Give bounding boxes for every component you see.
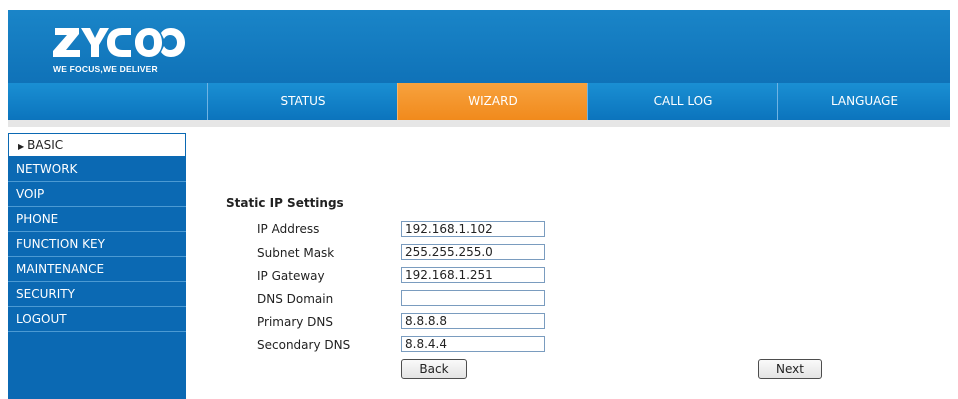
sidebar-item-label: PHONE — [16, 212, 59, 226]
sidebar-item-label: VOIP — [16, 187, 45, 201]
tab-status[interactable]: STATUS — [207, 83, 398, 120]
brand-tagline: WE FOCUS,WE DELIVER — [53, 64, 158, 74]
secondary-dns-label: Secondary DNS — [257, 338, 351, 352]
ip-address-label: IP Address — [257, 222, 320, 236]
tab-language[interactable]: LANGUAGE — [777, 83, 951, 120]
sidebar: ▶ BASIC NETWORK VOIP PHONE FUNCTION KEY M… — [8, 133, 186, 399]
tab-wizard[interactable]: WIZARD — [397, 83, 588, 120]
triangle-right-icon: ▶ — [18, 142, 25, 151]
secondary-dns-input[interactable] — [401, 336, 545, 352]
sidebar-item-label: BASIC — [27, 138, 64, 152]
sidebar-item-network[interactable]: NETWORK — [8, 157, 186, 182]
dns-domain-input[interactable] — [401, 290, 545, 306]
sidebar-item-label: FUNCTION KEY — [16, 237, 105, 251]
ip-gateway-label: IP Gateway — [257, 269, 325, 283]
sidebar-item-logout[interactable]: LOGOUT — [8, 307, 186, 332]
section-title: Static IP Settings — [226, 196, 344, 210]
sidebar-item-function-key[interactable]: FUNCTION KEY — [8, 232, 186, 257]
sidebar-item-label: SECURITY — [16, 287, 75, 301]
sidebar-item-voip[interactable]: VOIP — [8, 182, 186, 207]
sidebar-item-basic[interactable]: ▶ BASIC — [8, 133, 186, 157]
logo-mark-icon — [53, 28, 185, 57]
subnet-mask-input[interactable] — [401, 244, 545, 260]
primary-dns-input[interactable] — [401, 313, 545, 329]
back-button[interactable]: Back — [401, 359, 467, 379]
next-button[interactable]: Next — [758, 359, 822, 379]
primary-dns-label: Primary DNS — [257, 315, 334, 329]
sidebar-item-security[interactable]: SECURITY — [8, 282, 186, 307]
ip-address-input[interactable] — [401, 221, 545, 237]
sidebar-item-label: MAINTENANCE — [16, 262, 105, 276]
zycoo-logo: WE FOCUS,WE DELIVER — [53, 22, 193, 77]
sidebar-item-label: NETWORK — [16, 162, 78, 176]
tab-call-log[interactable]: CALL LOG — [587, 83, 778, 120]
header-banner: WE FOCUS,WE DELIVER — [8, 10, 950, 83]
sidebar-item-label: LOGOUT — [16, 312, 67, 326]
nav-underline-strip — [8, 120, 950, 127]
subnet-mask-label: Subnet Mask — [257, 246, 335, 260]
top-nav: STATUS WIZARD CALL LOG LANGUAGE — [8, 83, 950, 120]
sidebar-item-maintenance[interactable]: MAINTENANCE — [8, 257, 186, 282]
dns-domain-label: DNS Domain — [257, 292, 334, 306]
sidebar-item-phone[interactable]: PHONE — [8, 207, 186, 232]
ip-gateway-input[interactable] — [401, 267, 545, 283]
